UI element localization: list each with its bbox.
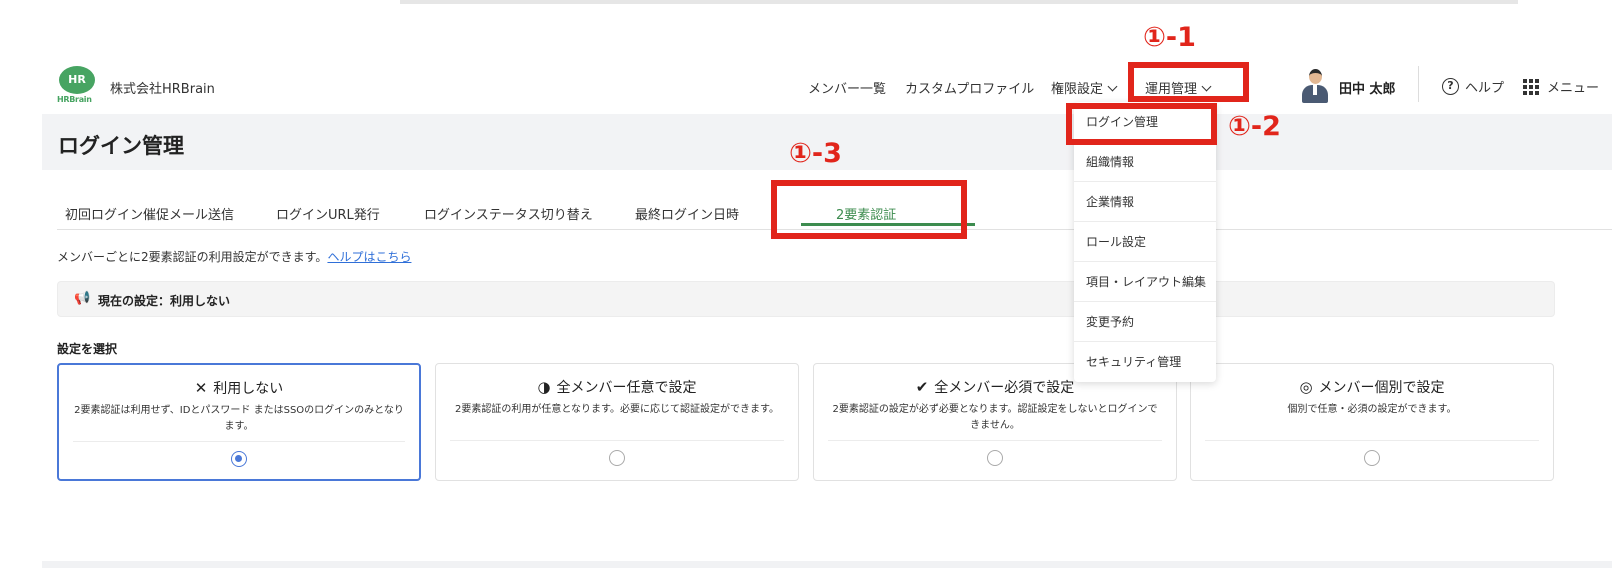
help-label: ヘルプ [1465, 81, 1505, 96]
card-title: ◎ メンバー個別で設定 [1191, 377, 1553, 397]
logo-text: HRBrain [57, 95, 92, 104]
radio-button[interactable] [231, 451, 247, 467]
current-setting-text: 現在の設定：利用しない [98, 294, 231, 308]
user-circle-icon: ◎ [1299, 378, 1313, 396]
dropdown-item-security[interactable]: セキュリティ管理 [1074, 342, 1216, 382]
radio-button[interactable] [609, 450, 625, 466]
close-icon: ✕ [194, 379, 208, 397]
dropdown-item-scheduled-change[interactable]: 変更予約 [1074, 302, 1216, 342]
avatar-tie [1313, 85, 1317, 95]
current-setting-bar: 📢 現在の設定：利用しない [57, 281, 1555, 317]
card-description: 2要素認証の利用が任意となります。必要に応じて認証設定ができます。 [454, 404, 780, 415]
nav-members[interactable]: メンバー一覧 [808, 78, 886, 97]
divider [1418, 66, 1419, 102]
description-text: メンバーごとに2要素認証の利用設定ができます。 [57, 250, 328, 264]
dropdown-item-organization[interactable]: 組織情報 [1074, 142, 1216, 182]
card-description: 2要素認証は利用せず、IDとパスワード またはSSOのログインのみとなります。 [74, 405, 404, 432]
page-title: ログイン管理 [58, 134, 184, 158]
nav-permissions-label: 権限設定 [1051, 82, 1104, 97]
card-divider [1205, 440, 1539, 441]
select-label: 設定を選択 [57, 342, 118, 356]
menu-button[interactable]: メニュー [1523, 77, 1599, 96]
help-link[interactable]: ヘルプはこちら [327, 250, 411, 264]
annotation-label-2: ①-2 [1228, 111, 1281, 142]
help-icon: ? [1442, 78, 1459, 95]
header: HR HRBrain 株式会社HRBrain メンバー一覧 カスタムプロファイル… [0, 60, 1612, 114]
check-circle-icon: ✔ [915, 378, 929, 396]
option-card-individual[interactable]: ◎ メンバー個別で設定 個別で任意・必須の設定ができます。 [1190, 363, 1554, 481]
annotation-box-1 [1128, 62, 1249, 102]
card-title: ◑ 全メンバー任意で設定 [436, 377, 798, 397]
card-title-label: メンバー個別で設定 [1318, 380, 1445, 396]
nav-custom-profile[interactable]: カスタムプロファイル [905, 78, 1034, 97]
card-title-label: 全メンバー任意で設定 [556, 380, 697, 396]
avatar[interactable] [1300, 67, 1330, 103]
description: メンバーごとに2要素認証の利用設定ができます。ヘルプはこちら [57, 248, 411, 265]
annotation-box-3 [771, 180, 967, 239]
card-divider [450, 440, 784, 441]
logo[interactable]: HR HRBrain [57, 66, 97, 106]
avatar-head [1309, 69, 1322, 84]
card-description: 個別で任意・必須の設定ができます。 [1287, 404, 1457, 415]
menu-label: メニュー [1547, 81, 1600, 96]
tab-last-login[interactable]: 最終ログイン日時 [635, 204, 739, 223]
dropdown-item-company[interactable]: 企業情報 [1074, 182, 1216, 222]
annotation-label-1: ①-1 [1143, 22, 1196, 53]
nav-permissions[interactable]: 権限設定 [1051, 78, 1118, 97]
logo-mark: HR [59, 66, 95, 94]
option-card-disabled[interactable]: ✕ 利用しない 2要素認証は利用せず、IDとパスワード またはSSOのログインのみ… [57, 363, 421, 481]
tab-login-url[interactable]: ログインURL発行 [276, 204, 380, 223]
card-title: ✕ 利用しない [59, 378, 419, 398]
annotation-label-3: ①-3 [789, 138, 842, 169]
company-name: 株式会社HRBrain [110, 82, 215, 97]
top-strip [400, 0, 1518, 4]
dropdown-item-roles[interactable]: ロール設定 [1074, 222, 1216, 262]
tab-login-status[interactable]: ログインステータス切り替え [424, 204, 593, 223]
card-description: 2要素認証の設定が必ず必要となります。認証設定をしないとログインできません。 [832, 404, 1158, 431]
help-button[interactable]: ? ヘルプ [1442, 77, 1504, 96]
bottom-strip [42, 561, 1612, 568]
dropdown-item-layout[interactable]: 項目・レイアウト編集 [1074, 262, 1216, 302]
annotation-box-2 [1066, 103, 1217, 145]
option-card-optional[interactable]: ◑ 全メンバー任意で設定 2要素認証の利用が任意となります。必要に応じて認証設定が… [435, 363, 799, 481]
card-divider [73, 441, 405, 442]
radio-button[interactable] [987, 450, 1003, 466]
card-title-label: 全メンバー必須で設定 [934, 380, 1075, 396]
tab-first-login-mail[interactable]: 初回ログイン催促メール送信 [65, 204, 234, 223]
radio-button[interactable] [1364, 450, 1380, 466]
megaphone-icon: 📢 [74, 291, 91, 306]
chevron-down-icon [1107, 81, 1118, 92]
card-divider [828, 440, 1162, 441]
grid-icon [1523, 78, 1539, 95]
half-circle-icon: ◑ [537, 378, 551, 396]
card-title-label: 利用しない [213, 381, 284, 397]
user-name[interactable]: 田中 太郎 [1339, 78, 1396, 97]
